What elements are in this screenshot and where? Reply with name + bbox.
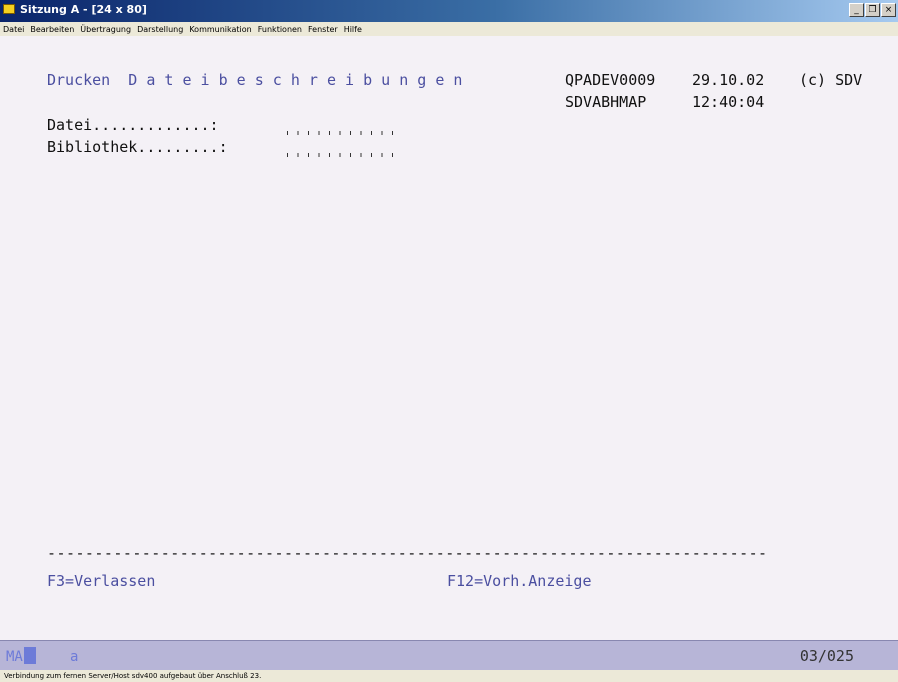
program-title: Drucken D a t e i b e s c h r e i b u n … xyxy=(47,71,463,89)
window-title: Sitzung A - [24 x 80] xyxy=(20,3,147,16)
menu-hilfe[interactable]: Hilfe xyxy=(344,25,362,34)
label-datei: Datei.............: xyxy=(47,116,219,134)
datei-input[interactable] xyxy=(287,120,399,135)
f12-key[interactable]: F12=Vorh.Anzeige xyxy=(447,572,592,590)
close-button[interactable]: × xyxy=(881,3,896,17)
map-id: SDVABHMAP xyxy=(565,93,647,111)
window-controls: _ ❐ × xyxy=(849,3,896,17)
f3-key[interactable]: F3=Verlassen xyxy=(47,572,155,590)
program-id: QPADEV0009 xyxy=(565,71,656,89)
menu-datei[interactable]: Datei xyxy=(3,25,24,34)
restore-button[interactable]: ❐ xyxy=(865,3,880,17)
label-bibliothek: Bibliothek.........: xyxy=(47,138,228,156)
copyright: (c) SDV xyxy=(799,71,863,89)
system-date: 29.10.02 xyxy=(692,71,765,89)
operator-info-area: MA a 03/025 xyxy=(0,640,898,670)
minimize-button[interactable]: _ xyxy=(849,3,864,17)
connection-status: Verbindung zum fernen Server/Host sdv400… xyxy=(0,670,898,682)
oia-indicator: a xyxy=(70,649,79,665)
menu-funktionen[interactable]: Funktionen xyxy=(258,25,302,34)
cursor-block xyxy=(24,647,36,664)
separator-line: ----------------------------------------… xyxy=(47,544,768,562)
title-bar: Sitzung A - [24 x 80] _ ❐ × xyxy=(0,0,898,22)
cursor-position: 03/025 xyxy=(799,647,854,665)
menu-fenster[interactable]: Fenster xyxy=(308,25,338,34)
menu-bearbeiten[interactable]: Bearbeiten xyxy=(30,25,74,34)
menu-bar: Datei Bearbeiten Übertragung Darstellung… xyxy=(0,22,898,36)
menu-kommunikation[interactable]: Kommunikation xyxy=(189,25,251,34)
menu-darstellung[interactable]: Darstellung xyxy=(137,25,183,34)
bibliothek-input[interactable] xyxy=(287,142,399,157)
system-time: 12:40:04 xyxy=(692,93,765,111)
terminal-screen[interactable]: Drucken D a t e i b e s c h r e i b u n … xyxy=(0,36,898,640)
menu-uebertragung[interactable]: Übertragung xyxy=(80,25,131,34)
oia-mode: MA xyxy=(6,649,23,665)
app-icon[interactable] xyxy=(3,4,15,14)
